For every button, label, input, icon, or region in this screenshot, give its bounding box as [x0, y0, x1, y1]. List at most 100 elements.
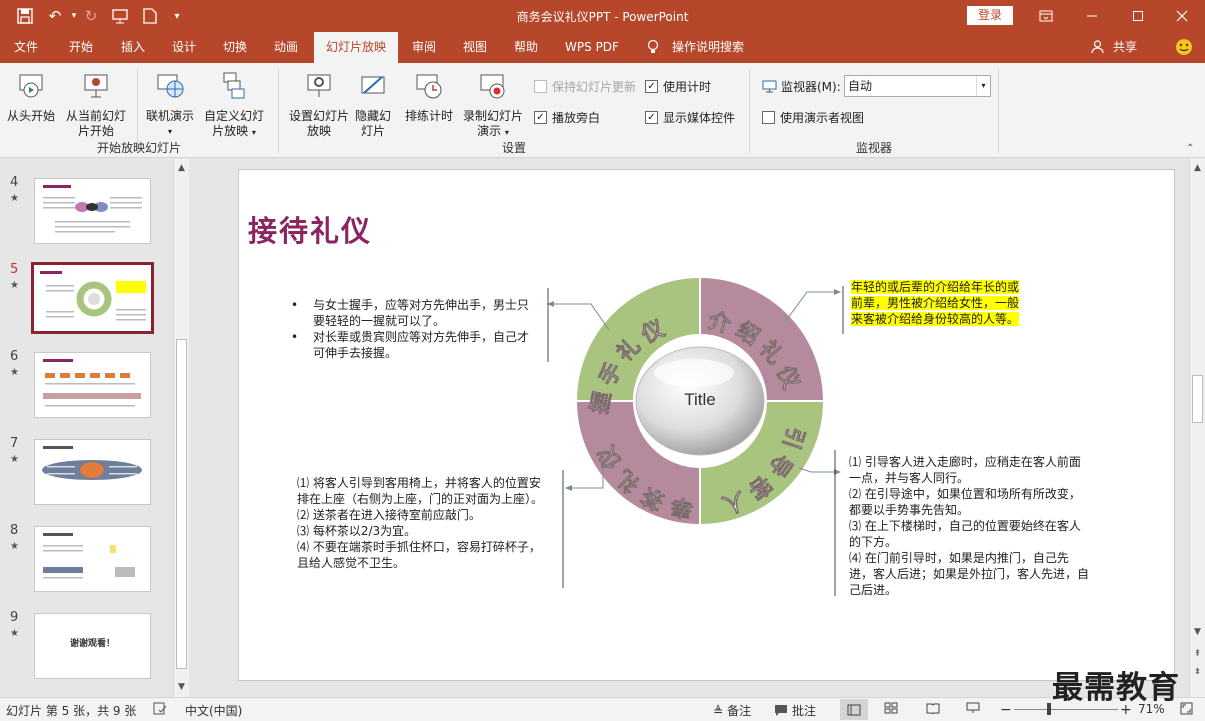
custom-slideshow-button[interactable]: 自定义幻灯片放映 ▾ — [197, 71, 271, 140]
tab-transitions[interactable]: 切换 — [212, 32, 258, 63]
reading-view-icon — [926, 703, 940, 714]
tab-slideshow[interactable]: 幻灯片放映 — [314, 32, 398, 63]
from-beginning-icon — [19, 74, 43, 98]
chevron-down-icon[interactable]: ▾ — [976, 76, 990, 96]
comment-icon — [775, 705, 787, 716]
redo-icon[interactable]: ↻ — [80, 6, 102, 26]
scroll-down-arrow-icon[interactable]: ▼ — [174, 680, 189, 695]
slide-thumbnail-9[interactable]: 谢谢观看！ — [34, 613, 151, 679]
custom-slideshow-icon — [223, 72, 245, 99]
slide-thumbnail-5[interactable] — [31, 262, 154, 334]
tab-insert[interactable]: 插入 — [110, 32, 156, 63]
from-current-slide-button[interactable]: 从当前幻灯片开始 — [59, 71, 133, 139]
play-narrations-checkbox[interactable]: ✓ 播放旁白 — [534, 109, 600, 126]
setup-slideshow-icon — [307, 74, 331, 97]
zoom-slider-thumb[interactable] — [1047, 703, 1052, 715]
zoom-out-icon[interactable]: − — [1000, 702, 1012, 718]
tab-help[interactable]: 帮助 — [503, 32, 549, 63]
slide-sorter-view-button[interactable] — [884, 702, 898, 714]
rehearse-timings-button[interactable]: 排练计时 — [402, 71, 456, 124]
handshake-text[interactable]: • 与女士握手，应等对方先伸出手，男士只要轻轻的一握就可以了。 • 对长辈或贵宾则应… — [291, 297, 531, 361]
tab-animations[interactable]: 动画 — [263, 32, 309, 63]
group-label-setup: 设置 — [501, 141, 526, 155]
normal-view-button[interactable] — [840, 699, 868, 720]
thumbnail-scrollbar[interactable]: ▲ ▼ — [173, 159, 189, 697]
slide-thumbnail-pane: 4 ★ 5 ★ 6 ★ 7 ★ 8 ★ 9 ★ 谢谢观看！ — [0, 159, 190, 697]
ribbon-tab-bar: 文件 开始 插入 设计 切换 动画 幻灯片放映 审阅 视图 帮助 WPS PDF… — [0, 32, 1205, 63]
lightbulb-icon — [644, 32, 662, 63]
setup-slideshow-button[interactable]: 设置幻灯片放映 — [287, 71, 351, 139]
tell-me-search[interactable]: 操作说明搜索 — [668, 32, 748, 63]
comments-button[interactable]: 批注 — [774, 702, 816, 719]
minimize-icon[interactable] — [1069, 0, 1115, 32]
presenter-view-checkbox[interactable]: 使用演示者视图 — [762, 109, 864, 126]
tab-design[interactable]: 设计 — [161, 32, 207, 63]
animation-star-icon: ★ — [10, 280, 19, 291]
previous-slide-icon[interactable]: ⇞ — [1190, 647, 1205, 662]
checkmark-icon: ✓ — [645, 80, 658, 93]
collapse-ribbon-icon[interactable]: ⌃ — [1186, 143, 1194, 154]
start-slideshow-icon[interactable] — [109, 6, 131, 26]
save-icon[interactable] — [14, 6, 36, 26]
slide-scrollbar[interactable]: ▲ ▼ ⇞ ⇟ — [1189, 159, 1205, 697]
tab-wps-pdf[interactable]: WPS PDF — [557, 32, 627, 63]
maximize-icon[interactable] — [1115, 0, 1161, 32]
fit-to-window-icon[interactable] — [1180, 702, 1193, 715]
serve-tea-text[interactable]: ⑴ 将客人引导到客用椅上，并将客人的位置安排在上座（右侧为上座，门的正对面为上座… — [297, 475, 547, 571]
animation-star-icon: ★ — [10, 367, 19, 378]
slide-thumbnail-6[interactable] — [34, 352, 151, 418]
hide-slide-icon — [361, 76, 385, 94]
tab-home[interactable]: 开始 — [58, 32, 104, 63]
checkmark-icon: ✓ — [645, 111, 658, 124]
share-person-icon[interactable] — [1090, 32, 1104, 63]
monitor-select[interactable]: 自动 ▾ — [844, 75, 991, 97]
slide-sorter-icon — [884, 702, 898, 714]
slideshow-view-button[interactable] — [966, 702, 980, 714]
tab-file[interactable]: 文件 — [4, 32, 48, 63]
use-timings-checkbox[interactable]: ✓ 使用计时 — [645, 78, 711, 95]
guide-guests-text[interactable]: ⑴ 引导客人进入走廊时，应稍走在客人前面一点，并与客人同行。 ⑵ 在引导途中，如… — [849, 454, 1091, 598]
notes-icon: ≜ — [713, 703, 724, 718]
watermark: 最需教育 — [1052, 670, 1180, 706]
ribbon-display-options-icon[interactable] — [1023, 0, 1069, 32]
customize-toolbar-icon[interactable]: ▾ — [166, 6, 188, 26]
present-online-button[interactable]: 联机演示 ▾ — [142, 71, 198, 139]
slide-thumbnail-7[interactable] — [34, 439, 151, 505]
next-slide-icon[interactable]: ⇟ — [1190, 665, 1205, 680]
record-slideshow-button[interactable]: 录制幻灯片演示 ▾ — [458, 71, 528, 140]
normal-view-icon — [847, 704, 861, 715]
group-label-monitor: 监视器 — [855, 141, 892, 155]
notes-button[interactable]: ≜ 备注 — [713, 702, 751, 719]
title-bar: ↶ ▾ ↻ ▾ 商务会议礼仪PPT - PowerPoint 登录 — [0, 0, 1205, 32]
language-status[interactable]: 中文(中国) — [185, 702, 242, 719]
spelling-check-icon[interactable] — [153, 702, 167, 715]
animation-star-icon: ★ — [10, 541, 19, 552]
scroll-up-arrow-icon[interactable]: ▲ — [1190, 161, 1205, 176]
login-button[interactable]: 登录 — [967, 6, 1013, 25]
slide-thumbnail-4[interactable] — [34, 178, 151, 244]
scroll-down-arrow-icon[interactable]: ▼ — [1190, 625, 1205, 640]
slide-count-status: 幻灯片 第 5 张，共 9 张 — [6, 704, 137, 718]
hide-slide-button[interactable]: 隐藏幻灯片 — [352, 71, 394, 139]
record-slideshow-icon — [480, 74, 505, 99]
ribbon-slideshow: 从头开始 从当前幻灯片开始 联机演示 ▾ 自定义幻灯片放映 ▾ 开始放映幻灯片 … — [0, 63, 1205, 158]
new-file-icon[interactable] — [139, 6, 161, 26]
reading-view-button[interactable] — [926, 702, 940, 714]
slide-canvas[interactable]: 接待礼仪 握手礼仪 介绍礼仪 引导客人 奉茶礼仪 Title • 与女士握手，应… — [238, 169, 1175, 681]
zoom-slider[interactable] — [1014, 709, 1118, 710]
close-icon[interactable] — [1159, 0, 1205, 32]
scroll-up-arrow-icon[interactable]: ▲ — [174, 161, 189, 176]
introduction-text[interactable]: 年轻的或后辈的介绍给年长的或前辈，男性被介绍给女性，一般来客被介绍给身份较高的人… — [851, 279, 1021, 327]
show-media-controls-checkbox[interactable]: ✓ 显示媒体控件 — [645, 109, 735, 126]
tab-view[interactable]: 视图 — [452, 32, 498, 63]
slide-thumbnail-8[interactable] — [34, 526, 151, 592]
animation-star-icon: ★ — [10, 454, 19, 465]
from-beginning-button[interactable]: 从头开始 — [3, 71, 59, 124]
slide-title[interactable]: 接待礼仪 — [248, 208, 372, 250]
tab-review[interactable]: 审阅 — [401, 32, 447, 63]
keep-slides-updated-checkbox[interactable]: 保持幻灯片更新 — [534, 78, 636, 95]
share-button[interactable]: 共享 — [1107, 32, 1143, 63]
scrollbar-thumb[interactable] — [1192, 375, 1203, 423]
smiley-feedback-icon[interactable] — [1174, 32, 1194, 63]
scrollbar-thumb[interactable] — [176, 339, 187, 669]
